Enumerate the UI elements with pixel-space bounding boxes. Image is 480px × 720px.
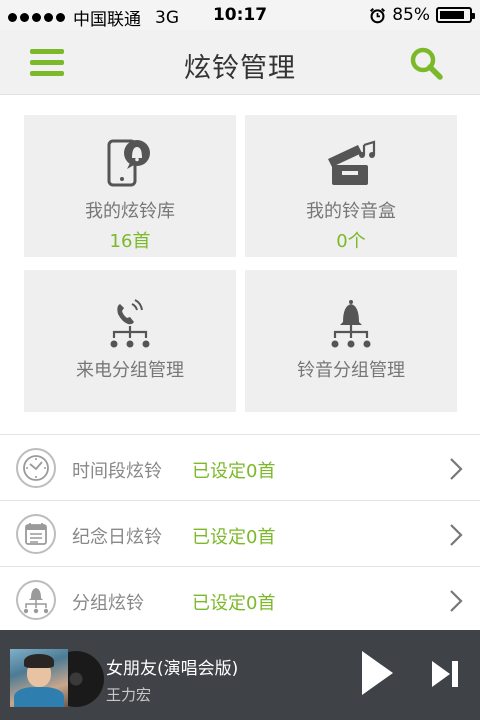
phone-ringtone-icon: [107, 139, 150, 187]
list-item-group-ringtone[interactable]: 分组炫铃 已设定0首: [0, 566, 480, 632]
battery-percent: 85%: [392, 5, 430, 25]
play-icon[interactable]: [358, 648, 396, 698]
tile-icon-wrap: [24, 137, 236, 189]
tile-icon-wrap: [24, 298, 236, 350]
list-item-status: 已设定0首: [192, 461, 276, 482]
battery-fill: [440, 11, 464, 19]
tile-count: 16首: [109, 231, 151, 252]
status-bar: 中国联通 3G 10:17 85%: [0, 0, 480, 30]
album-art-shirt: [14, 687, 64, 707]
tile-count: 0个: [336, 231, 366, 252]
call-group-icon: [110, 299, 150, 348]
tile-label: 铃音分组管理: [297, 360, 405, 381]
list-item-status: 已设定0首: [192, 527, 276, 548]
list-item-time-ringtone[interactable]: 时间段炫铃 已设定0首: [0, 434, 480, 500]
list-item-anniversary-ringtone[interactable]: 纪念日炫铃 已设定0首: [0, 500, 480, 566]
tile-icon-wrap: [245, 137, 457, 189]
music-box-icon: [328, 140, 376, 185]
list-item-label: 纪念日炫铃: [72, 527, 162, 548]
tile-label: 我的炫铃库: [85, 201, 175, 222]
tile-label: 我的铃音盒: [306, 201, 396, 222]
calendar-icon: [16, 514, 56, 554]
alarm-clock-icon: [370, 7, 386, 23]
tile-ringtone-group-manage[interactable]: 铃音分组管理: [245, 270, 457, 412]
battery-icon: [436, 7, 475, 23]
search-icon[interactable]: [408, 45, 444, 81]
album-cover[interactable]: [10, 649, 68, 707]
next-track-icon[interactable]: [430, 659, 460, 689]
chevron-right-icon: [450, 524, 463, 546]
chevron-right-icon: [450, 590, 463, 612]
tile-ringtone-box[interactable]: 我的铃音盒 0个: [245, 115, 457, 257]
clock-icon: [16, 448, 56, 488]
list-item-status: 已设定0首: [192, 593, 276, 614]
album-art-hair: [24, 654, 54, 668]
tile-icon-wrap: [245, 298, 457, 350]
song-title: 女朋友(演唱会版): [106, 659, 239, 679]
group-bell-icon: [16, 580, 56, 620]
chevron-right-icon: [450, 458, 463, 480]
tile-call-group-manage[interactable]: 来电分组管理: [24, 270, 236, 412]
list-item-label: 时间段炫铃: [72, 461, 162, 482]
bell-group-icon: [331, 300, 371, 348]
list-item-label: 分组炫铃: [72, 593, 144, 614]
artist-name: 王力宏: [106, 686, 152, 704]
tile-label: 来电分组管理: [76, 360, 184, 381]
nav-bar: 炫铃管理: [0, 30, 480, 95]
mini-player[interactable]: 女朋友(演唱会版) 王力宏: [0, 630, 480, 720]
status-right: 85%: [369, 5, 475, 25]
tile-ringtone-library[interactable]: 我的炫铃库 16首: [24, 115, 236, 257]
